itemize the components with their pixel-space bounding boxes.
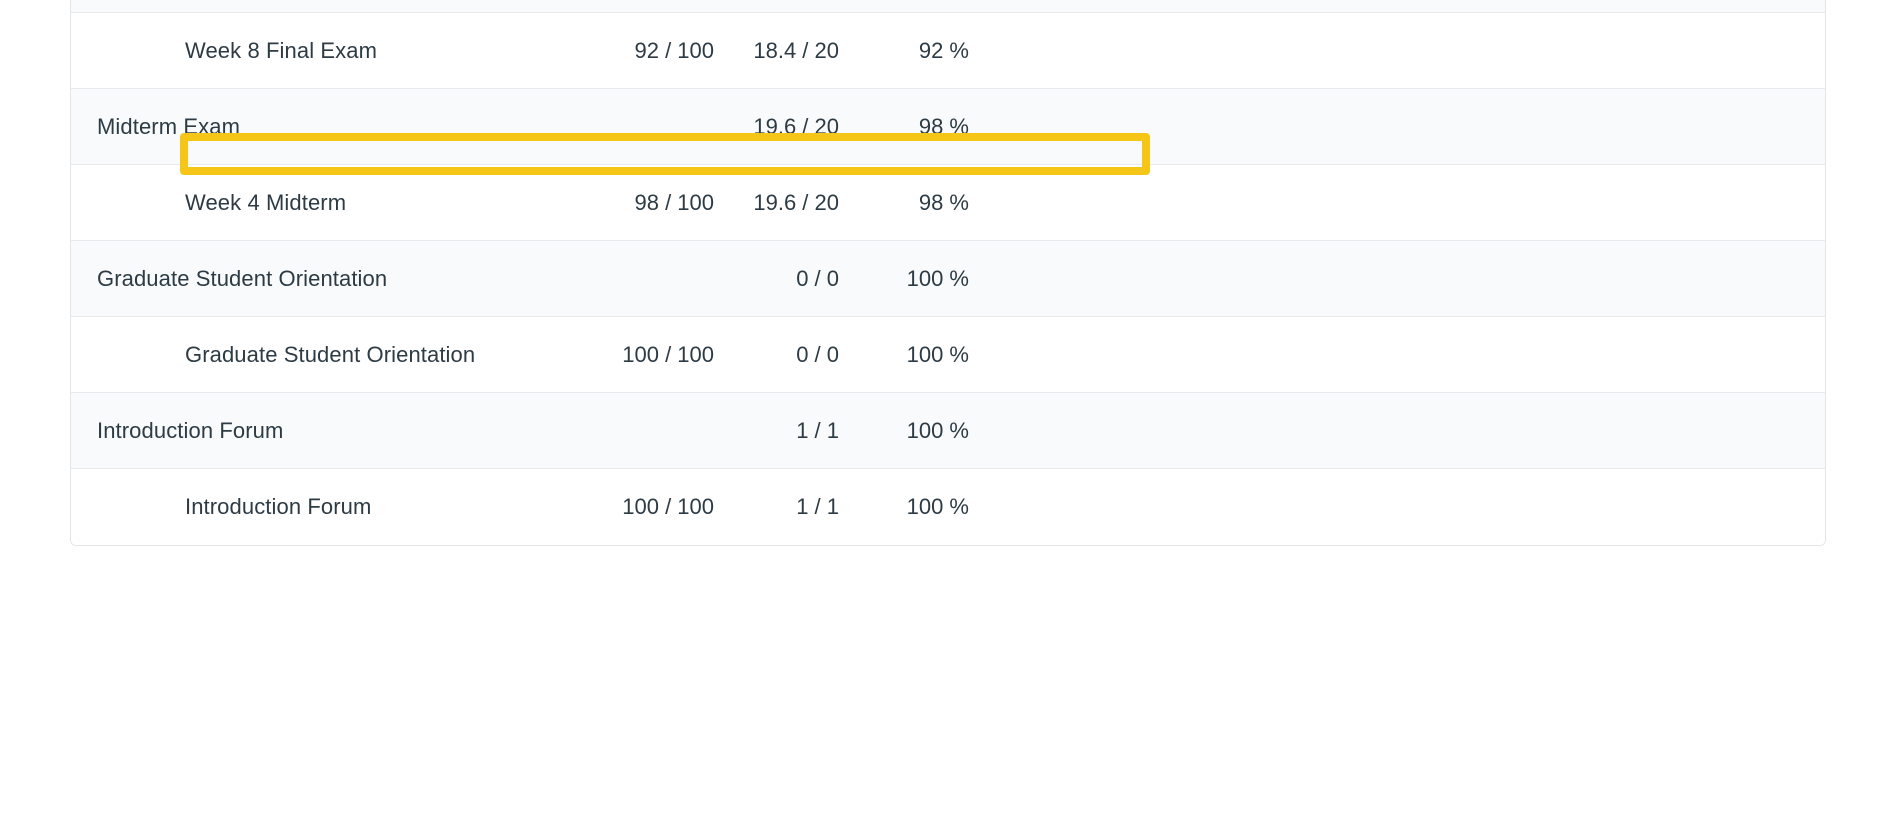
row-percent: 100 %	[906, 417, 969, 443]
row-percent: 100 %	[906, 341, 969, 367]
row-points: 1 / 1	[796, 417, 839, 443]
row-percent: 92 %	[918, 37, 969, 63]
row-title: Introduction Forum	[185, 494, 372, 519]
table-row[interactable]: Week 4 Midterm 98 / 100 19.6 / 20 98 %	[71, 165, 1825, 241]
table-row[interactable]: Introduction Forum 100 / 100 1 / 1 100 %	[71, 469, 1825, 545]
row-points: 1 / 1	[796, 494, 839, 519]
row-percent: 98 %	[918, 113, 969, 139]
row-title: Introduction Forum	[97, 417, 284, 443]
row-score: 92 / 100	[634, 37, 714, 63]
table-row[interactable]: Week 8 Final Exam 92 / 100 18.4 / 20 92 …	[71, 13, 1825, 89]
row-score: 100 / 100	[622, 341, 714, 367]
row-percent: 98 %	[918, 189, 969, 215]
row-percent: 100 %	[906, 265, 969, 291]
row-title: Graduate Student Orientation	[97, 265, 388, 291]
row-title: Week 4 Midterm	[185, 189, 347, 215]
grades-card: Out of Score Final Exam 18.4 / 20 92 % W…	[70, 0, 1826, 546]
page-canvas: Out of Score Final Exam 18.4 / 20 92 % W…	[0, 0, 1896, 820]
table-row[interactable]: Introduction Forum 1 / 1 100 %	[71, 393, 1825, 469]
row-points: 0 / 0	[796, 265, 839, 291]
row-percent: 100 %	[906, 494, 969, 519]
row-points: 19.6 / 20	[753, 113, 839, 139]
row-points: 18.4 / 20	[753, 37, 839, 63]
table-row[interactable]: Midterm Exam 19.6 / 20 98 %	[71, 89, 1825, 165]
table-row[interactable]: Final Exam 18.4 / 20 92 %	[71, 0, 1825, 13]
row-title: Midterm Exam	[97, 113, 240, 139]
row-title: Graduate Student Orientation	[185, 341, 476, 367]
row-score: 100 / 100	[622, 494, 714, 519]
table-row[interactable]: Graduate Student Orientation 0 / 0 100 %	[71, 241, 1825, 317]
row-title: Week 8 Final Exam	[185, 37, 378, 63]
row-points: 0 / 0	[796, 341, 839, 367]
row-points: 19.6 / 20	[753, 189, 839, 215]
table-row[interactable]: Graduate Student Orientation 100 / 100 0…	[71, 317, 1825, 393]
row-score: 98 / 100	[634, 189, 714, 215]
